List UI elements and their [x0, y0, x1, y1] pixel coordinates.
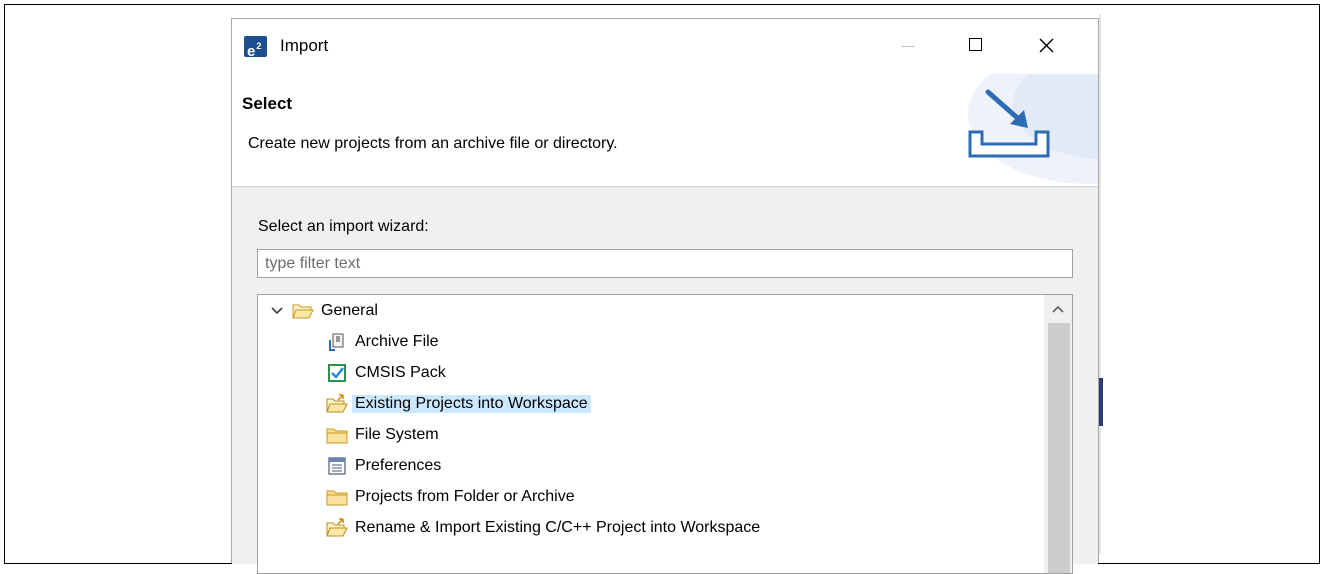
filter-input[interactable]: [257, 249, 1073, 278]
tree-item-label: Existing Projects into Workspace: [352, 394, 591, 413]
maximize-button[interactable]: [954, 19, 1000, 74]
preferences-icon: [326, 455, 348, 477]
tree-scrollbar[interactable]: [1044, 295, 1072, 573]
chevron-down-icon[interactable]: [270, 304, 284, 318]
chevron-up-icon: [1052, 305, 1064, 313]
close-icon: [1039, 38, 1054, 53]
import-banner-icon: [918, 74, 1098, 186]
e2-studio-icon: e2: [244, 36, 267, 60]
title-bar[interactable]: e2 Import: [232, 19, 1098, 74]
tree-item-existing-projects[interactable]: Existing Projects into Workspace: [326, 388, 591, 419]
tree-item-projects-from-folder[interactable]: Projects from Folder or Archive: [326, 481, 578, 512]
tree-item-file-system[interactable]: File System: [326, 419, 442, 450]
folder-icon: [326, 424, 348, 446]
tree-item-label: Projects from Folder or Archive: [355, 487, 575, 505]
tree-item-label: File System: [355, 425, 439, 443]
minimize-button[interactable]: [884, 19, 930, 74]
tree-item-cmsis-pack[interactable]: CMSIS Pack: [326, 357, 449, 388]
background-window-edge: [1099, 14, 1101, 554]
background-window-accent: [1099, 378, 1103, 426]
open-folder-icon: [292, 300, 314, 322]
scroll-up-button[interactable]: [1044, 295, 1072, 323]
tree-item-label: Archive File: [355, 332, 439, 350]
scroll-thumb[interactable]: [1048, 323, 1070, 573]
close-button[interactable]: [1024, 19, 1070, 74]
import-dialog: e2 Import Select Create new projects fro…: [231, 18, 1099, 574]
tree-item-rename-import[interactable]: Rename & Import Existing C/C++ Project i…: [326, 512, 763, 543]
page-description: Create new projects from an archive file…: [248, 135, 618, 152]
existing-projects-icon: [326, 393, 348, 415]
archive-file-icon: [326, 331, 348, 353]
tree-item-label: Rename & Import Existing C/C++ Project i…: [355, 518, 761, 536]
wizard-select-label: Select an import wizard:: [258, 218, 429, 235]
dialog-title: Import: [280, 36, 329, 55]
tree-category-label: General: [321, 301, 378, 319]
cmsis-pack-icon: [326, 362, 348, 384]
tree-item-label: Preferences: [355, 456, 442, 474]
page-title: Select: [242, 94, 293, 113]
rename-import-icon: [326, 517, 348, 539]
tree-item-archive-file[interactable]: Archive File: [326, 326, 442, 357]
wizard-tree[interactable]: General Archive File CMSIS Pack Existing…: [257, 294, 1073, 574]
wizard-header: Select Create new projects from an archi…: [232, 74, 1098, 187]
folder-icon: [326, 486, 348, 508]
tree-item-preferences[interactable]: Preferences: [326, 450, 444, 481]
maximize-icon: [969, 38, 982, 51]
tree-item-label: CMSIS Pack: [355, 363, 446, 381]
minimize-icon: [901, 46, 915, 47]
tree-category-general[interactable]: General: [270, 295, 381, 326]
wizard-content: Select an import wizard: General: [232, 187, 1098, 574]
